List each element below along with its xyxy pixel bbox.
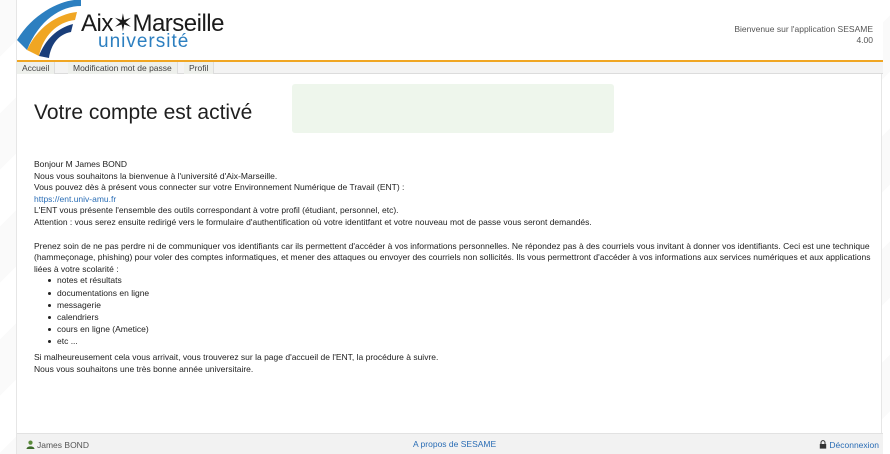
nav-item-profil[interactable]: Profil [184,62,215,74]
list-item: etc ... [48,336,874,348]
logout-link[interactable]: Déconnexion [819,440,879,451]
faded-notification-box [292,84,614,133]
footer: James BOND A propos de SESAME Déconnexio… [17,433,883,454]
closing-line-2: Nous vous souhaitons une très bonne anné… [34,364,254,375]
university-logo[interactable]: Aix✶Marseille université [17,0,224,60]
header: Aix✶Marseille université Bienvenue sur l… [17,0,883,60]
ent-intro-line: Vous pouvez dès à présent vous connecter… [34,182,405,193]
attention-line: Attention : vous serez ensuite redirigé … [34,216,592,227]
security-paragraph: Prenez soin de ne pas perdre ni de commu… [34,240,871,274]
footer-user: James BOND [26,440,89,451]
logout-label[interactable]: Déconnexion [829,440,879,450]
user-icon [26,440,35,451]
app-frame: Aix✶Marseille université Bienvenue sur l… [16,0,883,454]
about-sesame-link[interactable]: A propos de SESAME [413,439,496,449]
welcome-text: Bienvenue sur l'application SESAME [734,24,873,34]
list-item: documentations en ligne [48,288,874,300]
ent-description-line: L'ENT vous présente l'ensemble des outil… [34,205,399,216]
main-content: Bonjour M James BOND Nous vous souhaiton… [34,159,874,376]
logo-text-universite: université [98,31,190,52]
logo-swoosh-icon [17,0,81,58]
list-item: calendriers [48,312,874,324]
list-item: notes et résultats [48,275,874,287]
nav-item-accueil[interactable]: Accueil [17,62,56,74]
main-nav: Accueil Modification mot de passe Profil [17,62,883,74]
page-title: Votre compte est activé [34,101,253,124]
ent-link[interactable]: https://ent.univ-amu.fr [34,194,116,204]
welcome-line: Nous vous souhaitons la bienvenue à l'un… [34,170,278,181]
list-item: messagerie [48,300,874,312]
services-list: notes et résultats documentations en lig… [48,275,874,348]
app-version: 4.00 [856,35,873,45]
welcome-message: Bienvenue sur l'application SESAME 4.00 [734,24,873,46]
list-item: cours en ligne (Ametice) [48,324,874,336]
lock-icon [819,440,827,451]
greeting-line: Bonjour M James BOND [34,159,128,169]
closing-line-1: Si malheureusement cela vous arrivait, v… [34,352,439,363]
footer-user-name: James BOND [37,440,89,450]
nav-item-modification-mot-de-passe[interactable]: Modification mot de passe [68,62,178,74]
